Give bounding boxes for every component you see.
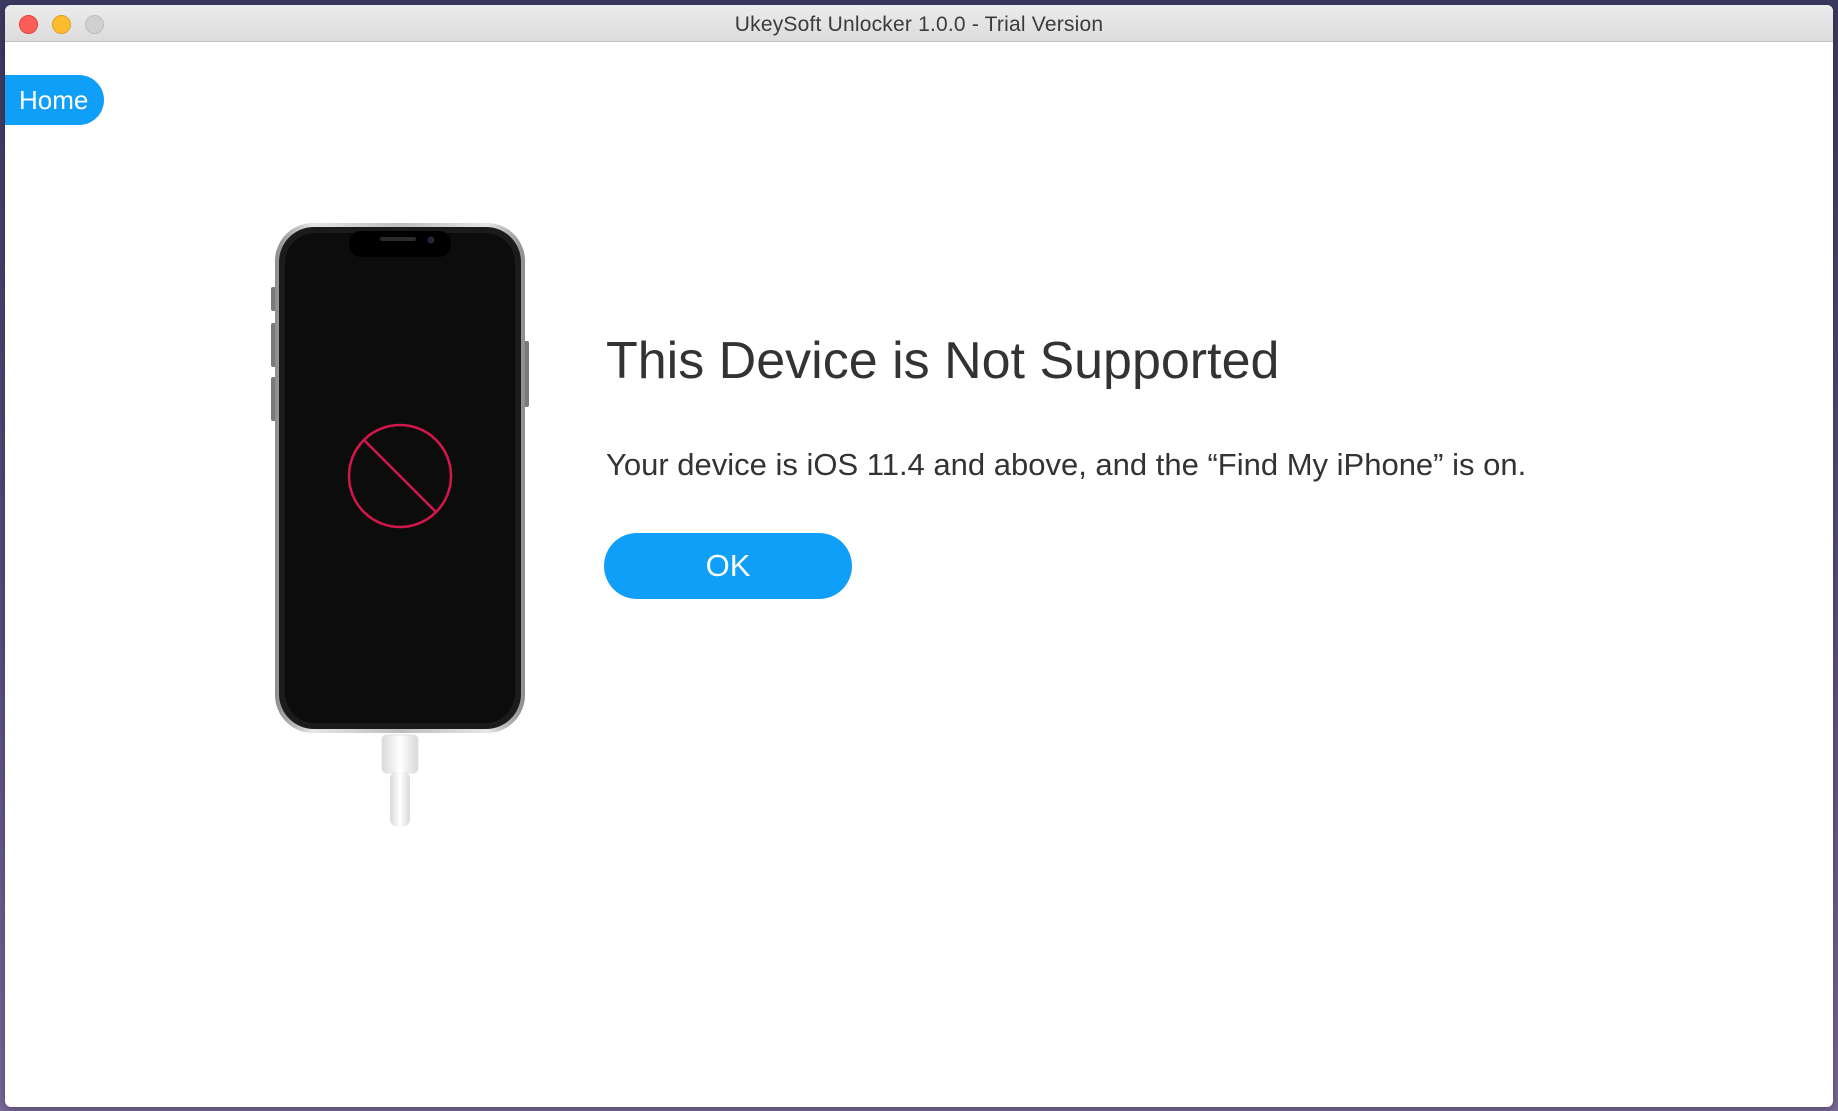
- window-title: UkeySoft Unlocker 1.0.0 - Trial Version: [734, 13, 1104, 36]
- ok-button[interactable]: OK: [604, 533, 852, 599]
- dialog-message: Your device is iOS 11.4 and above, and t…: [606, 447, 1527, 482]
- iphone-connected-icon: [267, 213, 533, 833]
- app-window: UkeySoft Unlocker 1.0.0 - Trial Version …: [5, 5, 1833, 1107]
- dialog-headline: This Device is Not Supported: [606, 332, 1280, 390]
- home-button[interactable]: Home: [5, 75, 105, 125]
- title-bar[interactable]: UkeySoft Unlocker 1.0.0 - Trial Version: [5, 5, 1833, 42]
